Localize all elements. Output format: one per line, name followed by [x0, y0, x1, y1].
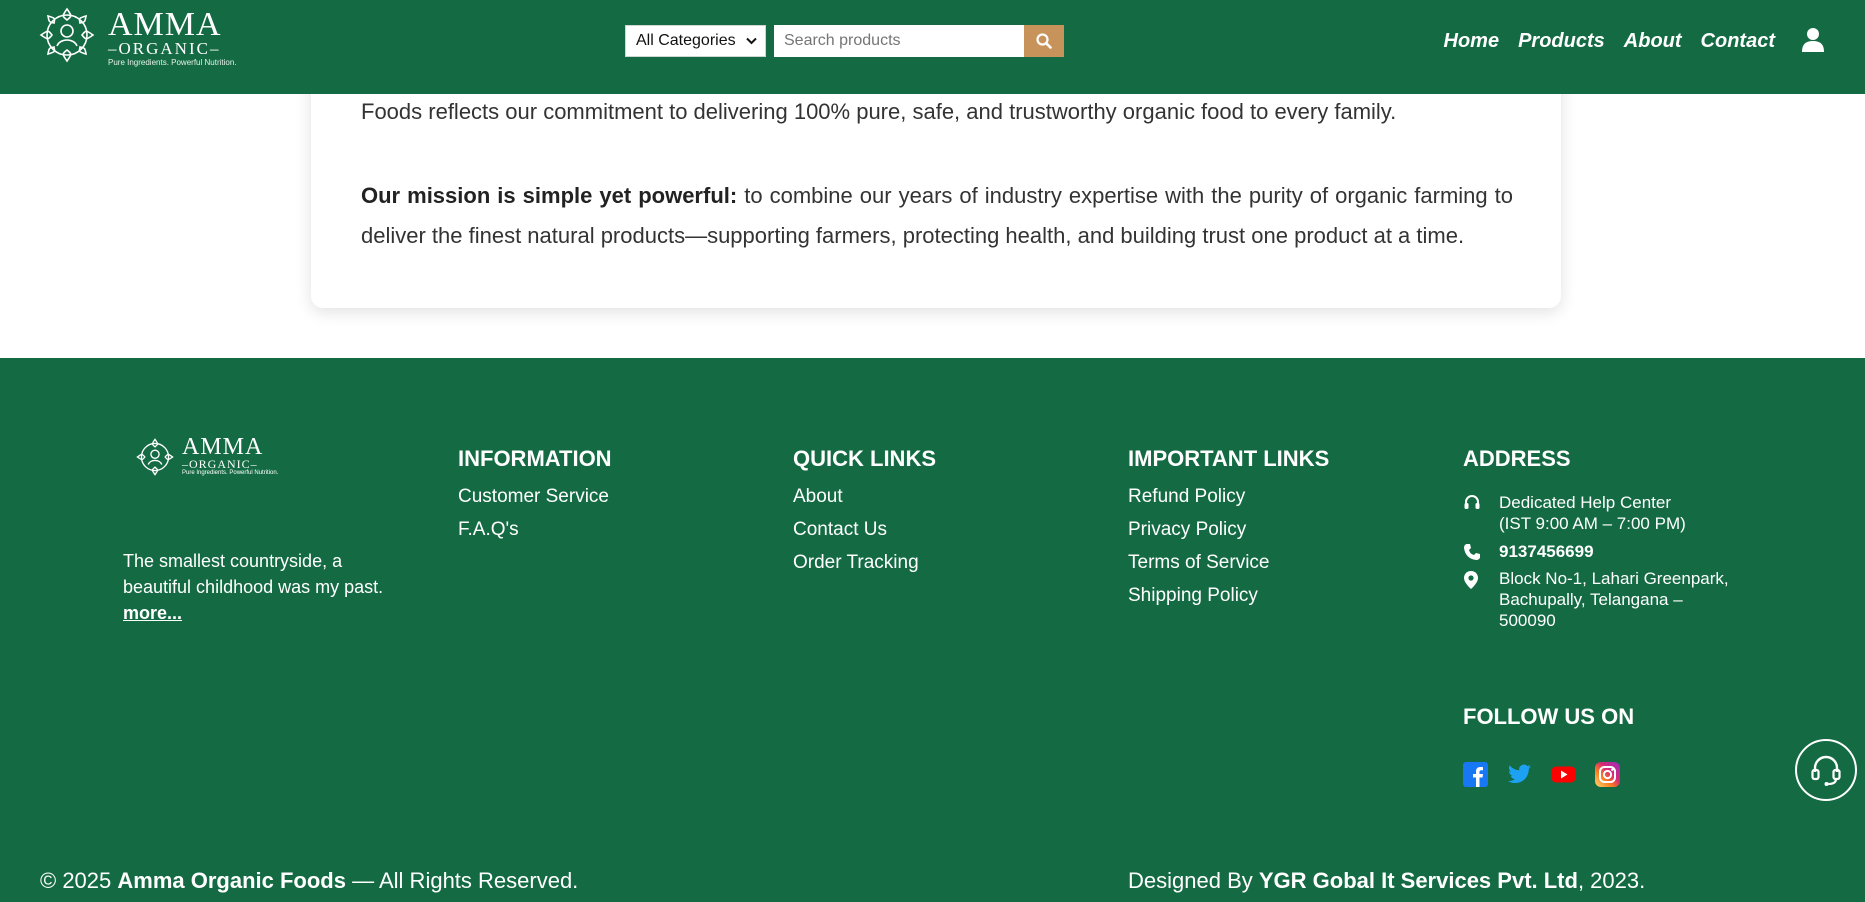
headset-support-icon — [1811, 755, 1841, 786]
category-select[interactable]: All Categories — [625, 25, 766, 57]
footer-about-text: The smallest countryside, a beautiful ch… — [123, 551, 384, 597]
facebook-icon[interactable] — [1463, 762, 1488, 787]
search-input[interactable] — [774, 25, 1024, 57]
nav-about[interactable]: About — [1624, 26, 1682, 56]
footer-address: ADDRESS Dedicated Help Center (IST 9:00 … — [1463, 444, 1763, 630]
footer-logo-subtitle: –ORGANIC– — [182, 457, 258, 471]
link-contact-us[interactable]: Contact Us — [793, 513, 936, 546]
footer-information: INFORMATION Customer Service F.A.Q's — [458, 444, 612, 546]
link-about[interactable]: About — [793, 480, 936, 513]
social-links — [1463, 762, 1620, 787]
designer-company[interactable]: YGR Gobal It Services Pvt. Ltd — [1259, 868, 1578, 893]
nav-products[interactable]: Products — [1518, 26, 1605, 56]
help-center-label: Dedicated Help Center — [1499, 493, 1671, 512]
link-shipping-policy[interactable]: Shipping Policy — [1128, 579, 1329, 612]
search-button[interactable] — [1024, 25, 1064, 57]
search-icon — [1036, 33, 1052, 49]
link-privacy-policy[interactable]: Privacy Policy — [1128, 513, 1329, 546]
instagram-icon[interactable] — [1595, 762, 1620, 787]
commitment-paragraph: Foods reflects our commitment to deliver… — [361, 99, 1397, 124]
footer-about: The smallest countryside, a beautiful ch… — [123, 548, 413, 626]
location-pin-icon — [1464, 571, 1478, 589]
important-links-heading: IMPORTANT LINKS — [1128, 446, 1330, 471]
link-terms-of-service[interactable]: Terms of Service — [1128, 546, 1329, 579]
chevron-down-icon — [746, 37, 757, 45]
footer-quick-links: QUICK LINKS About Contact Us Order Track… — [793, 444, 936, 579]
twitter-icon[interactable] — [1507, 762, 1532, 787]
address-heading: ADDRESS — [1463, 446, 1571, 471]
link-order-tracking[interactable]: Order Tracking — [793, 546, 936, 579]
headset-icon — [1464, 495, 1480, 509]
footer-more-link[interactable]: more... — [123, 600, 413, 626]
location-row: Block No-1, Lahari Greenpark, Bachupally… — [1463, 568, 1729, 631]
search-bar: All Categories — [625, 25, 1064, 57]
youtube-icon[interactable] — [1551, 762, 1576, 787]
address-line-3: 500090 — [1499, 611, 1556, 630]
address-line-2: Bachupally, Telangana – — [1499, 590, 1683, 609]
phone-row: 9137456699 — [1463, 541, 1594, 566]
address-line-1: Block No-1, Lahari Greenpark, — [1499, 569, 1729, 588]
footer-logo-emblem-icon — [136, 438, 174, 476]
quick-links-heading: QUICK LINKS — [793, 446, 936, 471]
nav-contact[interactable]: Contact — [1701, 26, 1775, 56]
nav-home[interactable]: Home — [1444, 26, 1500, 56]
information-heading: INFORMATION — [458, 446, 612, 471]
link-refund-policy[interactable]: Refund Policy — [1128, 480, 1329, 513]
footer-logo[interactable]: AMMA –ORGANIC– Pure Ingredients. Powerfu… — [134, 434, 278, 483]
mission-lead: Our mission is simple yet powerful: — [361, 183, 738, 208]
logo-emblem-icon — [39, 7, 95, 63]
footer-important-links: IMPORTANT LINKS Refund Policy Privacy Po… — [1128, 444, 1329, 612]
mission-paragraph: Our mission is simple yet powerful: to c… — [361, 176, 1513, 256]
logo-tagline: Pure Ingredients. Powerful Nutrition. — [108, 58, 237, 67]
user-account-icon[interactable] — [1801, 27, 1825, 53]
copyright: © 2025 Amma Organic Foods — All Rights R… — [40, 868, 579, 893]
logo-subtitle: –ORGANIC– — [108, 39, 221, 58]
copyright-brand: Amma Organic Foods — [117, 868, 346, 893]
support-chat-button[interactable] — [1795, 739, 1857, 801]
site-logo[interactable]: AMMA –ORGANIC– Pure Ingredients. Powerfu… — [36, 4, 246, 68]
link-customer-service[interactable]: Customer Service — [458, 480, 612, 513]
designed-by: Designed By YGR Gobal It Services Pvt. L… — [1128, 868, 1646, 893]
link-faqs[interactable]: F.A.Q's — [458, 513, 612, 546]
phone-icon — [1464, 544, 1480, 560]
help-center-hours: (IST 9:00 AM – 7:00 PM) — [1499, 514, 1686, 533]
main-nav: Home Products About Contact — [1444, 26, 1775, 56]
follow-heading: FOLLOW US ON — [1463, 704, 1635, 729]
site-footer: AMMA –ORGANIC– Pure Ingredients. Powerfu… — [0, 358, 1865, 902]
help-center-row: Dedicated Help Center (IST 9:00 AM – 7:0… — [1463, 492, 1686, 534]
site-header: AMMA –ORGANIC– Pure Ingredients. Powerfu… — [0, 0, 1865, 94]
category-select-value: All Categories — [636, 32, 736, 49]
footer-logo-tagline: Pure Ingredients. Powerful Nutrition. — [182, 470, 279, 476]
phone-number[interactable]: 9137456699 — [1499, 541, 1594, 562]
